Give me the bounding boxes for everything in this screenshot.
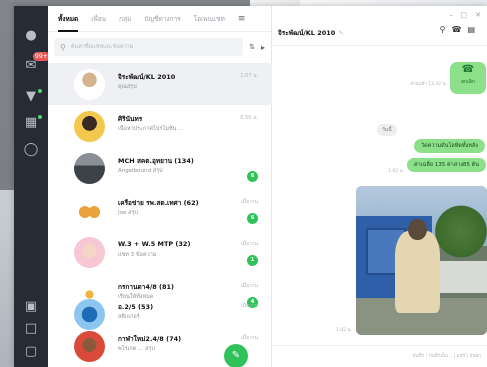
news-dot xyxy=(38,115,42,119)
compose-icon[interactable]: ▸ xyxy=(261,43,265,52)
unread-count: 6 xyxy=(247,213,258,224)
call-label: ยกเลิก xyxy=(461,79,475,85)
phone-icon[interactable]: ☎ xyxy=(451,25,467,34)
note-icon[interactable]: ✎ xyxy=(338,29,343,37)
phone-icon: ☎ xyxy=(461,64,475,75)
list-item[interactable]: เครือข่าย รพ.สต.เทศา (62) Joe สรุป เมื่อ… xyxy=(48,189,272,231)
chat-list-panel: ทั้งหมด เพื่อน กลุ่ม บัญชีทางการ โอเพนแช… xyxy=(48,6,272,367)
chat-name: เครือข่าย รพ.สต.เทศา (62) xyxy=(118,199,199,207)
chat-time: เมื่อวาน xyxy=(240,283,258,289)
conversation-name: จิระพัฒน์/KL 2010 xyxy=(278,29,336,37)
chat-name: จิระพัฒน์/KL 2010 xyxy=(118,73,176,81)
search-row: ⚲ ค้นหาชื่อแชทและข้อความ ⇅ ▸ xyxy=(48,32,271,62)
tab-official[interactable]: บัญชีทางการ xyxy=(144,6,180,32)
chat-name: MCH สคต.อุทยาน (134) xyxy=(118,157,194,165)
search-icon[interactable]: ⚲ xyxy=(440,25,452,34)
friends-icon[interactable]: ● xyxy=(23,28,39,44)
photo-actions-text[interactable]: บันทึก ! บันทึกเป็น... | แชร์ | บันทุก xyxy=(413,352,481,359)
list-item[interactable]: จิระพัฒน์/KL 2010 คุณสรุป 1.07 น. xyxy=(48,63,272,105)
minimize-icon[interactable]: – xyxy=(450,11,454,19)
message-bubble[interactable]: วัดความดันโลหิตทั้งหลัง xyxy=(414,139,485,153)
avatar xyxy=(74,195,105,226)
photo-tree xyxy=(434,197,487,265)
chat-preview: คุณสรุป xyxy=(118,84,137,90)
settings-icon[interactable]: ▢ xyxy=(23,344,39,360)
header-actions: ⚲☎▤ xyxy=(440,25,481,34)
chat-preview: เนื้อหาประกาศโปรโมชัน ... xyxy=(118,126,184,132)
menu-icon[interactable]: ▤ xyxy=(467,25,481,34)
chat-time: เมื่อวาน xyxy=(240,303,258,309)
photo-person xyxy=(395,230,440,313)
chat-time: 0.50 น. xyxy=(240,115,258,121)
list-item[interactable]: MCH สคต.อุทยาน (134) Angelbound สรุป 6 xyxy=(48,147,272,189)
search-icon: ⚲ xyxy=(60,42,66,52)
message-bubble[interactable]: ค่าเฉลี่ย 135 ค่าล่าง85 ต้น xyxy=(407,158,486,172)
chat-name: ศิรินันทร xyxy=(118,115,143,123)
message-meta: 1.02 น. xyxy=(336,328,352,333)
chat-filter-tabs: ทั้งหมด เพื่อน กลุ่ม บัญชีทางการ โอเพนแช… xyxy=(48,6,271,32)
unread-count: 1 xyxy=(247,255,258,266)
news-icon[interactable]: ▦ xyxy=(23,115,39,131)
photo-head xyxy=(408,218,427,240)
list-item[interactable]: ศิรินันทร เนื้อหาประกาศโปรโมชัน ... 0.50… xyxy=(48,105,272,147)
chat-name: กาฬาใหม่2.4/8 (74) xyxy=(118,335,182,343)
close-icon[interactable]: ✕ xyxy=(475,11,481,19)
search-placeholder: ค้นหาชื่อแชทและข้อความ xyxy=(70,44,134,50)
sort-icon[interactable]: ⇅ xyxy=(249,43,255,51)
date-separator: วันนี้ xyxy=(377,124,397,136)
chat-time: เมื่อวาน xyxy=(240,335,258,341)
chat-time: เมื่อวาน xyxy=(240,199,258,205)
avatar xyxy=(74,69,105,100)
conversation-panel: – □ ✕ จิระพัฒน์/KL 2010 ✎ ⚲☎▤ ☎ ยกเลิก อ่… xyxy=(272,6,487,367)
chat-preview: แชท 3 ข้อความ xyxy=(118,252,157,258)
new-chat-button[interactable]: ✎ xyxy=(224,344,248,367)
avatar xyxy=(74,331,105,362)
chat-name: อ.2/5 (53) xyxy=(118,303,154,311)
shared-photo[interactable] xyxy=(356,186,487,335)
chat-name: กรกานดา4/8 (81) xyxy=(118,283,174,291)
timeline-icon[interactable]: ▼ xyxy=(23,89,39,105)
tabs-menu-icon[interactable]: ≡ xyxy=(238,6,246,32)
screen-icon[interactable]: □ xyxy=(23,321,39,337)
tab-all[interactable]: ทั้งหมด xyxy=(58,6,79,32)
list-item[interactable]: W.3 + W.5 MTP (32) แชท 3 ข้อความ เมื่อวา… xyxy=(48,231,272,273)
chat-name: W.3 + W.5 MTP (32) xyxy=(118,240,191,248)
tab-friends[interactable]: เพื่อน xyxy=(91,6,106,32)
photo-actions-bar: บันทึก ! บันทึกเป็น... | แชร์ | บันทุก xyxy=(272,345,487,367)
chat-preview: Angelbound สรุป xyxy=(118,168,163,174)
message-meta: 1.02 น. xyxy=(388,169,404,174)
search-input[interactable]: ⚲ ค้นหาชื่อแชทและข้อความ xyxy=(54,38,244,56)
tab-openchat[interactable]: โอเพนแชท xyxy=(194,6,225,32)
avatar xyxy=(74,237,105,268)
conversation-title: จิระพัฒน์/KL 2010 ✎ xyxy=(278,28,344,38)
add-icon[interactable]: ▣ xyxy=(23,299,39,315)
maximize-icon[interactable]: □ xyxy=(460,11,467,19)
chat-time: เมื่อวาน xyxy=(240,241,258,247)
avatar xyxy=(74,111,105,142)
conversation-header: – □ ✕ จิระพัฒน์/KL 2010 ✎ ⚲☎▤ xyxy=(272,6,487,46)
call-bubble[interactable]: ☎ ยกเลิก xyxy=(450,62,486,94)
left-rail: ● ✉ 99+ ▼ ▦ ◯ ▣ □ ▢ xyxy=(14,6,50,367)
chat-preview: พโรเกต ... สรุป xyxy=(118,346,155,352)
message-meta: อ่านแล้ว 13.42 น. xyxy=(410,82,447,87)
timeline-dot xyxy=(38,89,42,93)
more-icon[interactable]: ◯ xyxy=(23,142,39,158)
chat-preview: Joe สรุป xyxy=(118,210,138,216)
chat-time: 1.07 น. xyxy=(240,73,258,79)
chat-preview: สติกเกอร์ xyxy=(118,314,140,320)
tab-groups[interactable]: กลุ่ม xyxy=(119,6,131,32)
unread-count: 6 xyxy=(247,171,258,182)
line-app-window: ● ✉ 99+ ▼ ▦ ◯ ▣ □ ▢ ทั้งหมด เพื่อน กลุ่ม… xyxy=(14,6,487,367)
avatar xyxy=(74,153,105,184)
